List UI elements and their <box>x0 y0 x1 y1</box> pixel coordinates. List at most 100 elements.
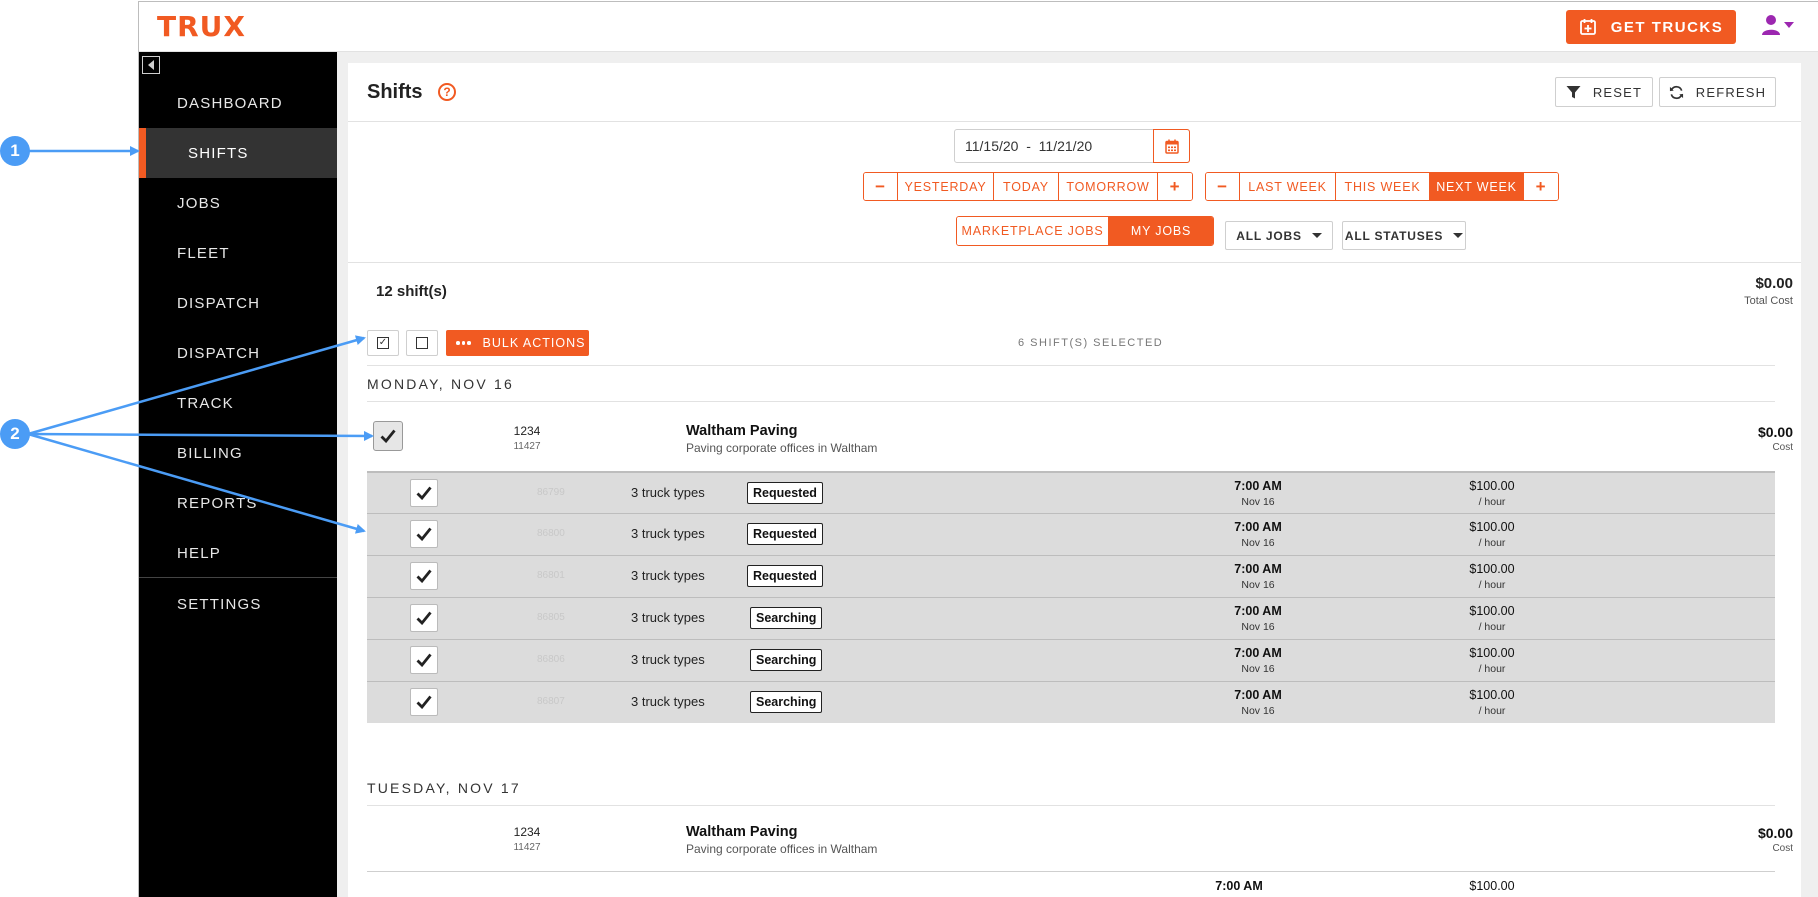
previous-day-button[interactable]: − <box>864 173 898 200</box>
checkmark-icon <box>380 429 396 443</box>
deselect-all-button[interactable] <box>406 330 438 356</box>
date-range-text[interactable]: 11/15/20 - 11/21/20 <box>955 130 1153 162</box>
shift-id: 86801 <box>537 570 565 581</box>
status-badge: Requested <box>747 523 823 545</box>
sidebar-item-help[interactable]: HELP <box>139 528 337 578</box>
shift-rate: $100.00 <box>1469 604 1515 618</box>
my-jobs-button[interactable]: MY JOBS <box>1109 217 1213 245</box>
sidebar-item-label: DISPATCH <box>177 344 261 362</box>
more-dots-icon <box>456 341 471 345</box>
rate-unit: / hour <box>1478 537 1506 549</box>
shift-id: 86807 <box>537 696 565 707</box>
previous-week-button[interactable]: − <box>1206 173 1240 200</box>
sidebar-item-billing[interactable]: BILLING <box>139 428 337 478</box>
shift-row[interactable]: 86806 3 truck types Searching 7:00 AM Nov 16… <box>367 639 1775 681</box>
status-filter-dropdown[interactable]: ALL STATUSES <box>1342 221 1466 250</box>
shift-row[interactable]: 86800 3 truck types Requested 7:00 AM Nov 16… <box>367 513 1775 555</box>
date-range-picker[interactable]: 11/15/20 - 11/21/20 <box>954 129 1190 163</box>
shift-time: 7:00 AM <box>1234 479 1282 493</box>
last-week-button[interactable]: LAST WEEK <box>1240 173 1336 200</box>
shift-id: 86806 <box>537 654 565 665</box>
today-button[interactable]: TODAY <box>994 173 1059 200</box>
user-menu[interactable] <box>1761 14 1794 36</box>
shift-checkbox[interactable] <box>410 646 438 674</box>
sidebar-item-dispatch-2[interactable]: DISPATCH <box>139 328 337 378</box>
shift-row[interactable]: 86807 3 truck types Searching 7:00 AM Nov 16… <box>367 681 1775 723</box>
sidebar-item-label: DASHBOARD <box>177 94 283 112</box>
sidebar-item-settings[interactable]: SETTINGS <box>139 579 337 629</box>
shift-time-partial: 7:00 AM <box>1215 879 1263 893</box>
trux-logo[interactable]: TRUX <box>157 10 246 44</box>
reset-button[interactable]: RESET <box>1555 77 1653 107</box>
next-day-button[interactable]: + <box>1158 173 1192 200</box>
job-cost-label: Cost <box>1772 843 1793 854</box>
next-week-plus-button[interactable]: + <box>1524 173 1558 200</box>
sidebar-item-fleet[interactable]: FLEET <box>139 228 337 278</box>
tomorrow-button[interactable]: TOMORROW <box>1059 173 1158 200</box>
rate-unit: / hour <box>1478 579 1506 591</box>
sidebar-item-dispatch[interactable]: DISPATCH <box>139 278 337 328</box>
sidebar-item-dashboard[interactable]: DASHBOARD <box>139 78 337 128</box>
job-number: 1234 <box>513 825 541 839</box>
get-trucks-button[interactable]: GET TRUCKS <box>1566 10 1736 44</box>
shift-list: 86799 3 truck types Requested 7:00 AM Nov 16… <box>367 471 1775 723</box>
marketplace-jobs-button[interactable]: MARKETPLACE JOBS <box>957 217 1109 245</box>
truck-types: 3 truck types <box>631 694 705 709</box>
shift-checkbox[interactable] <box>410 604 438 632</box>
shift-checkbox[interactable] <box>410 562 438 590</box>
total-cost-label: Total Cost <box>1744 295 1793 307</box>
this-week-button[interactable]: THIS WEEK <box>1336 173 1430 200</box>
calendar-icon <box>1164 139 1179 154</box>
checkmark-icon <box>416 486 432 500</box>
bulk-actions-label: BULK ACTIONS <box>482 336 586 350</box>
total-cost-value: $0.00 <box>1755 275 1793 292</box>
select-all-button[interactable]: ✓ <box>367 330 399 356</box>
rate-unit: / hour <box>1478 496 1506 508</box>
sidebar: DASHBOARD SHIFTS JOBS FLEET DISPATCH DIS… <box>139 52 337 897</box>
shift-date: Nov 16 <box>1241 663 1275 675</box>
shift-row[interactable]: 86801 3 truck types Requested 7:00 AM Nov 16… <box>367 555 1775 597</box>
job-sub-number: 11427 <box>513 842 541 853</box>
shift-time: 7:00 AM <box>1234 520 1282 534</box>
job-name[interactable]: Waltham Paving <box>686 423 797 439</box>
shift-date: Nov 16 <box>1241 705 1275 717</box>
sidebar-item-reports[interactable]: REPORTS <box>139 478 337 528</box>
truck-types: 3 truck types <box>631 652 705 667</box>
sidebar-item-label: JOBS <box>177 194 221 212</box>
checkmark-icon <box>416 611 432 625</box>
status-badge: Requested <box>747 482 823 504</box>
rate-unit: / hour <box>1478 663 1506 675</box>
shift-time: 7:00 AM <box>1234 688 1282 702</box>
help-icon[interactable]: ? <box>438 83 456 101</box>
shift-row[interactable]: 86799 3 truck types Requested 7:00 AM Nov 16… <box>367 471 1775 513</box>
status-badge: Searching <box>750 607 823 629</box>
header-divider <box>348 121 1801 122</box>
job-checkbox[interactable] <box>373 421 403 451</box>
bulk-actions-button[interactable]: BULK ACTIONS <box>446 330 589 356</box>
shift-row[interactable]: 86805 3 truck types Searching 7:00 AM Nov 16… <box>367 597 1775 639</box>
shift-date: Nov 16 <box>1241 579 1275 591</box>
page-title: Shifts <box>367 81 423 103</box>
chevron-down-icon <box>1784 22 1794 28</box>
shift-checkbox[interactable] <box>410 688 438 716</box>
shift-rate: $100.00 <box>1469 646 1515 660</box>
next-week-button[interactable]: NEXT WEEK <box>1430 173 1524 200</box>
status-filter-value: ALL STATUSES <box>1344 228 1444 243</box>
collapse-sidebar-button[interactable] <box>142 56 160 74</box>
sidebar-item-shifts[interactable]: SHIFTS <box>139 128 337 178</box>
sidebar-item-track[interactable]: TRACK <box>139 378 337 428</box>
job-source-toggle: MARKETPLACE JOBS MY JOBS <box>956 216 1214 246</box>
yesterday-button[interactable]: YESTERDAY <box>898 173 994 200</box>
shift-checkbox[interactable] <box>410 479 438 507</box>
sidebar-item-jobs[interactable]: JOBS <box>139 178 337 228</box>
truck-types: 3 truck types <box>631 485 705 500</box>
refresh-button[interactable]: REFRESH <box>1659 77 1776 107</box>
job-name[interactable]: Waltham Paving <box>686 824 797 840</box>
app-window: TRUX GET TRUCKS DASHBOARD SHIFTS JOBS FL… <box>138 1 1818 897</box>
shift-time: 7:00 AM <box>1234 646 1282 660</box>
shift-checkbox[interactable] <box>410 520 438 548</box>
jobs-filter-dropdown[interactable]: ALL JOBS <box>1225 221 1333 250</box>
job-sub-number: 11427 <box>513 441 541 452</box>
job-number: 1234 <box>513 424 541 438</box>
calendar-button[interactable] <box>1153 129 1190 163</box>
